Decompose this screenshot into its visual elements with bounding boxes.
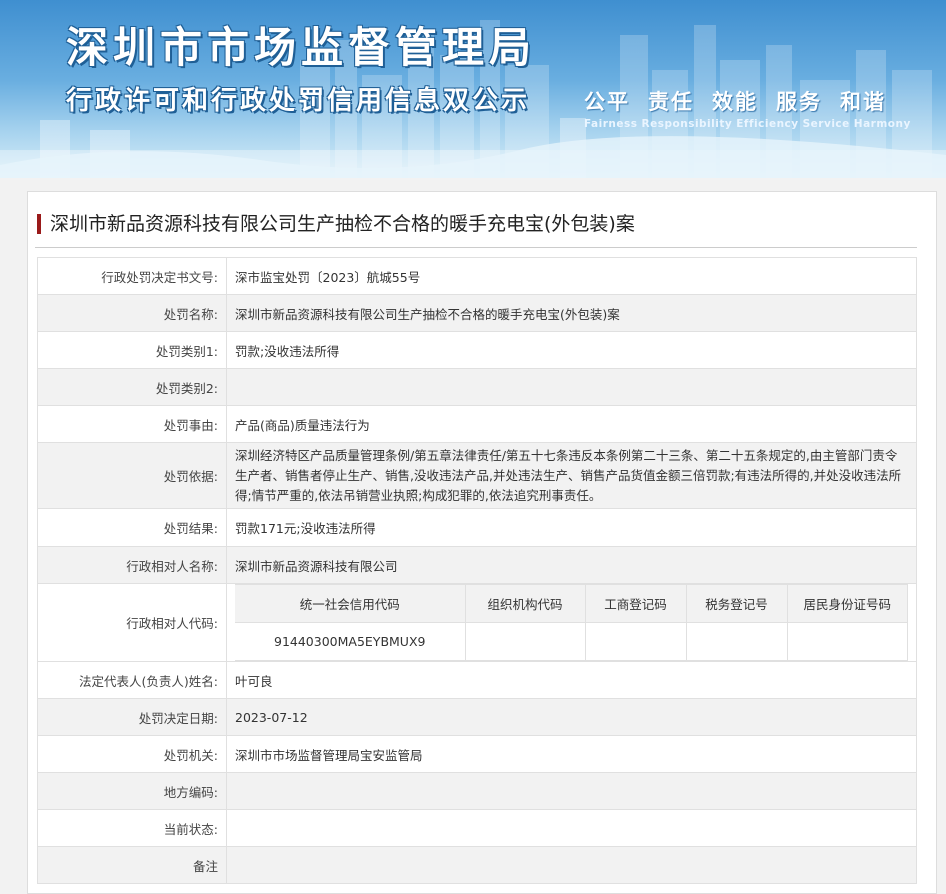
penalty-info-table: 行政处罚决定书文号: 深市监宝处罚〔2023〕航城55号 处罚名称: 深圳市新品…	[37, 257, 917, 884]
site-title: 深圳市市场监督管理局	[66, 23, 537, 72]
table-row: 备注	[37, 846, 917, 884]
site-subtitle: 行政许可和行政处罚信用信息双公示	[66, 86, 531, 116]
slogan-word: 效能	[712, 90, 758, 114]
field-value-name: 深圳市新品资源科技有限公司生产抽检不合格的暖手充电宝(外包装)案	[226, 294, 917, 332]
slogan-word: 和谐	[840, 90, 886, 114]
field-label: 行政相对人名称:	[37, 546, 227, 584]
field-label: 处罚类别2:	[37, 368, 227, 406]
org-code-value	[464, 622, 586, 661]
code-header: 居民身份证号码	[786, 584, 908, 623]
field-label: 处罚依据:	[37, 442, 227, 509]
table-row: 处罚机关: 深圳市市场监督管理局宝安监管局	[37, 735, 917, 773]
code-header-row: 统一社会信用代码 组织机构代码 工商登记码 税务登记号 居民身份证号码	[235, 584, 908, 623]
party-code-table: 统一社会信用代码 组织机构代码 工商登记码 税务登记号 居民身份证号码 9144…	[235, 584, 908, 661]
case-title: 深圳市新品资源科技有限公司生产抽检不合格的暖手充电宝(外包装)案	[35, 211, 917, 248]
slogan-word-en: Responsibility	[641, 118, 733, 130]
field-label: 处罚类别1:	[37, 331, 227, 369]
slogan-word: 公平	[584, 90, 630, 114]
table-row: 行政相对人名称: 深圳市新品资源科技有限公司	[37, 546, 917, 584]
id-card-value	[786, 622, 908, 661]
field-value-authority: 深圳市市场监督管理局宝安监管局	[226, 735, 917, 773]
code-header: 税务登记号	[685, 584, 788, 623]
table-row: 行政处罚决定书文号: 深市监宝处罚〔2023〕航城55号	[37, 257, 917, 295]
field-label: 处罚机关:	[37, 735, 227, 773]
field-value-party: 深圳市新品资源科技有限公司	[226, 546, 917, 584]
slogan-chinese: 公平 责任 效能 服务 和谐	[584, 86, 904, 116]
table-row: 处罚名称: 深圳市新品资源科技有限公司生产抽检不合格的暖手充电宝(外包装)案	[37, 294, 917, 332]
business-reg-value	[584, 622, 687, 661]
slogan-word-en: Efficiency	[736, 118, 799, 130]
title-accent-bar	[37, 214, 41, 234]
field-label: 处罚名称:	[37, 294, 227, 332]
table-row: 处罚类别1: 罚款;没收违法所得	[37, 331, 917, 369]
field-value-reason: 产品(商品)质量违法行为	[226, 405, 917, 443]
table-row: 地方编码:	[37, 772, 917, 810]
header-banner: 深圳市市场监督管理局 行政许可和行政处罚信用信息双公示 公平 责任 效能 服务 和谐 F…	[0, 0, 946, 178]
table-row: 处罚决定日期: 2023-07-12	[37, 698, 917, 736]
content-panel: 深圳市新品资源科技有限公司生产抽检不合格的暖手充电宝(外包装)案 行政处罚决定书…	[27, 191, 937, 894]
field-label: 当前状态:	[37, 809, 227, 847]
slogan-word-en: Service	[802, 118, 850, 130]
field-label: 备注	[37, 846, 227, 884]
code-value-row: 91440300MA5EYBMUX9	[235, 622, 908, 661]
table-row: 处罚类别2:	[37, 368, 917, 406]
case-title-text: 深圳市新品资源科技有限公司生产抽检不合格的暖手充电宝(外包装)案	[50, 213, 635, 235]
field-value-region	[226, 772, 917, 810]
table-row: 当前状态:	[37, 809, 917, 847]
field-value-type2	[226, 368, 917, 406]
field-value-remark	[226, 846, 917, 884]
field-value-result: 罚款171元;没收违法所得	[226, 508, 917, 547]
code-header: 组织机构代码	[464, 584, 586, 623]
field-label: 法定代表人(负责人)姓名:	[37, 661, 227, 699]
field-value-legal-rep: 叶可良	[226, 661, 917, 699]
field-label: 处罚事由:	[37, 405, 227, 443]
field-value-type1: 罚款;没收违法所得	[226, 331, 917, 369]
table-row: 处罚依据: 深圳经济特区产品质量管理条例/第五章法律责任/第五十七条违反本条例第…	[37, 442, 917, 509]
field-label: 行政处罚决定书文号:	[37, 257, 227, 295]
field-value-status	[226, 809, 917, 847]
code-header: 工商登记码	[584, 584, 687, 623]
slogan-word: 责任	[648, 90, 694, 114]
table-row: 处罚事由: 产品(商品)质量违法行为	[37, 405, 917, 443]
table-row: 处罚结果: 罚款171元;没收违法所得	[37, 508, 917, 547]
slogan-word-en: Harmony	[853, 118, 911, 130]
party-code-cell: 统一社会信用代码 组织机构代码 工商登记码 税务登记号 居民身份证号码 9144…	[226, 583, 917, 662]
field-label: 地方编码:	[37, 772, 227, 810]
table-row: 行政相对人代码: 统一社会信用代码 组织机构代码 工商登记码 税务登记号 居民身…	[37, 583, 917, 662]
field-value-basis: 深圳经济特区产品质量管理条例/第五章法律责任/第五十七条违反本条例第二十三条、第…	[226, 442, 917, 509]
slogan: 公平 责任 效能 服务 和谐 Fairness Responsibility Efficie…	[584, 86, 910, 130]
tax-reg-value	[685, 622, 788, 661]
field-label: 处罚决定日期:	[37, 698, 227, 736]
field-label: 行政相对人代码:	[37, 583, 227, 662]
credit-code-value: 91440300MA5EYBMUX9	[235, 622, 466, 661]
slogan-word: 服务	[776, 90, 822, 114]
field-label: 处罚结果:	[37, 508, 227, 547]
field-value-date: 2023-07-12	[226, 698, 917, 736]
table-row: 法定代表人(负责人)姓名: 叶可良	[37, 661, 917, 699]
slogan-word-en: Fairness	[584, 118, 638, 130]
field-value-doc-no: 深市监宝处罚〔2023〕航城55号	[226, 257, 917, 295]
slogan-english: Fairness Responsibility Efficiency Service H…	[584, 118, 910, 130]
code-header: 统一社会信用代码	[235, 584, 466, 623]
